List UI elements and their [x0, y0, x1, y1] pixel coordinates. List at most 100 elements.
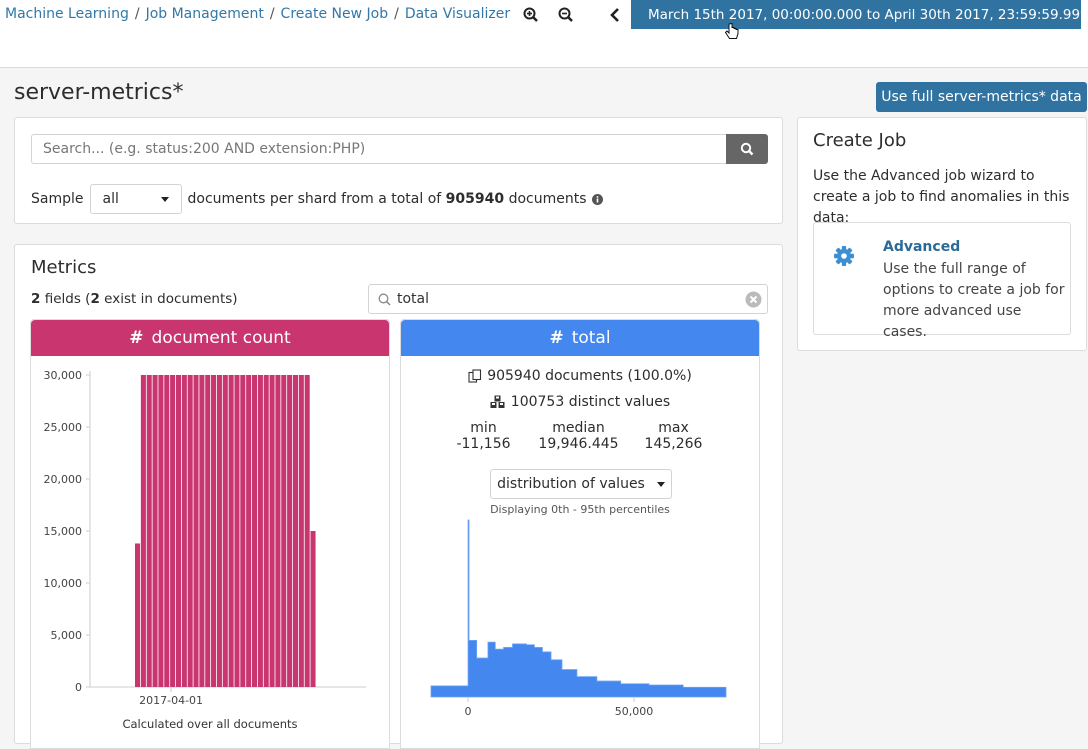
cubes-icon: [490, 395, 505, 408]
x-tick-label: 2017-04-01: [139, 694, 203, 707]
advanced-job-title[interactable]: Advanced: [883, 239, 960, 255]
bar: [275, 375, 281, 687]
advanced-job-card[interactable]: Advanced Use the full range of options t…: [813, 222, 1071, 340]
y-tick-label: 20,000: [44, 473, 83, 486]
create-job-description: Use the Advanced job wizard to create a …: [813, 168, 1070, 226]
search-icon: [378, 293, 391, 306]
distribution-area: [430, 519, 727, 698]
total-documents-count: 905940: [445, 191, 505, 207]
y-tick-label: 25,000: [44, 421, 83, 434]
zoom-in-icon[interactable]: [522, 6, 540, 24]
gear-icon: [833, 245, 855, 271]
time-range-label: March 15th 2017, 00:00:00.000 to April 3…: [648, 6, 1088, 23]
bar: [152, 375, 158, 687]
time-range-picker[interactable]: March 15th 2017, 00:00:00.000 to April 3…: [631, 0, 1088, 29]
summary-stats: min -11,156 median 19,946.445 max 145,266: [436, 420, 721, 452]
breadcrumb-create-new-job[interactable]: Create New Job: [281, 6, 389, 22]
bar: [228, 375, 234, 687]
breadcrumb-separator: /: [269, 6, 275, 22]
breadcrumb-separator: /: [394, 6, 399, 22]
sample-size-value: all: [102, 191, 119, 207]
breadcrumb-data-visualizer[interactable]: Data Visualizer: [405, 6, 510, 22]
number-type-icon: #: [549, 328, 564, 348]
document-count-card: # document count 0 5,000 10,000 15,000 20,00…: [30, 319, 390, 749]
total-field-header: # total: [401, 320, 759, 356]
info-icon[interactable]: [591, 193, 603, 205]
chart-type-value: distribution of values: [497, 476, 645, 492]
caret-down-icon: [160, 196, 169, 202]
bar: [269, 375, 275, 687]
x-tick-label: 50,000: [615, 705, 654, 718]
use-full-data-button[interactable]: Use full server-metrics* data: [876, 82, 1087, 112]
bar: [181, 375, 187, 687]
bar: [310, 531, 316, 687]
percentile-note: Displaying 0th - 95th percentiles: [490, 503, 670, 516]
min-label: min: [470, 420, 497, 436]
x-tick-label: 0: [465, 705, 472, 718]
chart-type-select[interactable]: distribution of values: [490, 469, 672, 499]
create-job-title: Create Job: [813, 130, 907, 151]
bar: [211, 375, 217, 687]
document-count-header: # document count: [31, 320, 389, 356]
min-value: -11,156: [456, 436, 511, 452]
bar: [216, 375, 222, 687]
bar: [164, 375, 170, 687]
breadcrumb-machine-learning[interactable]: Machine Learning: [5, 6, 129, 22]
bar: [281, 375, 287, 687]
distinct-values-text: 100753 distinct values: [510, 394, 671, 410]
number-type-icon: #: [129, 328, 144, 348]
search-icon: [740, 142, 754, 156]
page-title: server-metrics*: [14, 80, 184, 105]
field-filter-input[interactable]: [397, 291, 737, 307]
bar: [222, 375, 228, 687]
bar: [234, 375, 240, 687]
bar: [135, 543, 141, 687]
median-label: median: [552, 420, 605, 436]
zoom-out-icon[interactable]: [557, 6, 575, 24]
field-name: document count: [151, 328, 291, 348]
bar: [193, 375, 199, 687]
distinct-values-stat: 100753 distinct values: [401, 394, 759, 410]
advanced-job-description: Use the full range of options to create …: [883, 261, 1065, 340]
y-tick-label: 10,000: [44, 577, 83, 590]
documents-count-text: 905940 documents (100.0%): [487, 368, 692, 384]
max-value: 145,266: [644, 436, 703, 452]
bar: [252, 375, 258, 687]
fields-count: 2 fields (2 exist in documents): [31, 291, 238, 307]
hand-cursor-icon: [724, 22, 739, 45]
field-name: total: [571, 328, 611, 348]
max-label: max: [658, 420, 689, 436]
y-tick-label: 30,000: [44, 369, 83, 382]
total-field-card: # total 905940 documents (100.0%) 100753…: [400, 319, 760, 749]
caret-down-icon: [656, 481, 665, 487]
sample-size-select[interactable]: all: [89, 184, 182, 214]
documents-icon: [468, 369, 482, 383]
search-input[interactable]: [31, 134, 727, 164]
bar: [187, 375, 193, 687]
sample-text-after: documents: [508, 191, 587, 207]
bar: [140, 375, 146, 687]
bar: [298, 375, 304, 687]
bar: [205, 375, 211, 687]
chevron-left-icon[interactable]: [608, 6, 626, 24]
y-tick-label: 0: [75, 681, 82, 694]
field-filter: [368, 284, 768, 314]
bar: [263, 375, 269, 687]
sample-text-before: documents per shard from a total of: [187, 191, 442, 207]
documents-stat: 905940 documents (100.0%): [401, 368, 759, 384]
document-count-chart: 0 5,000 10,000 15,000 20,000 25,000 30,000 2017…: [44, 369, 366, 707]
sample-label: Sample: [31, 191, 84, 207]
clear-filter-icon[interactable]: [745, 291, 762, 312]
top-nav-bar: Machine Learning / Job Management / Create N…: [0, 0, 1088, 68]
y-tick-label: 15,000: [44, 525, 83, 538]
exist-count-text: exist in documents): [104, 291, 238, 307]
bar: [175, 375, 181, 687]
breadcrumb: Machine Learning / Job Management / Create N…: [5, 6, 510, 22]
metrics-panel: Metrics 2 fields (2 exist in documents) …: [14, 244, 783, 749]
distribution-chart: 0 50,000: [430, 519, 727, 718]
bar: [240, 375, 246, 687]
bar: [292, 375, 298, 687]
breadcrumb-job-management[interactable]: Job Management: [146, 6, 264, 22]
breadcrumb-separator: /: [134, 6, 140, 22]
search-button[interactable]: [726, 134, 768, 164]
